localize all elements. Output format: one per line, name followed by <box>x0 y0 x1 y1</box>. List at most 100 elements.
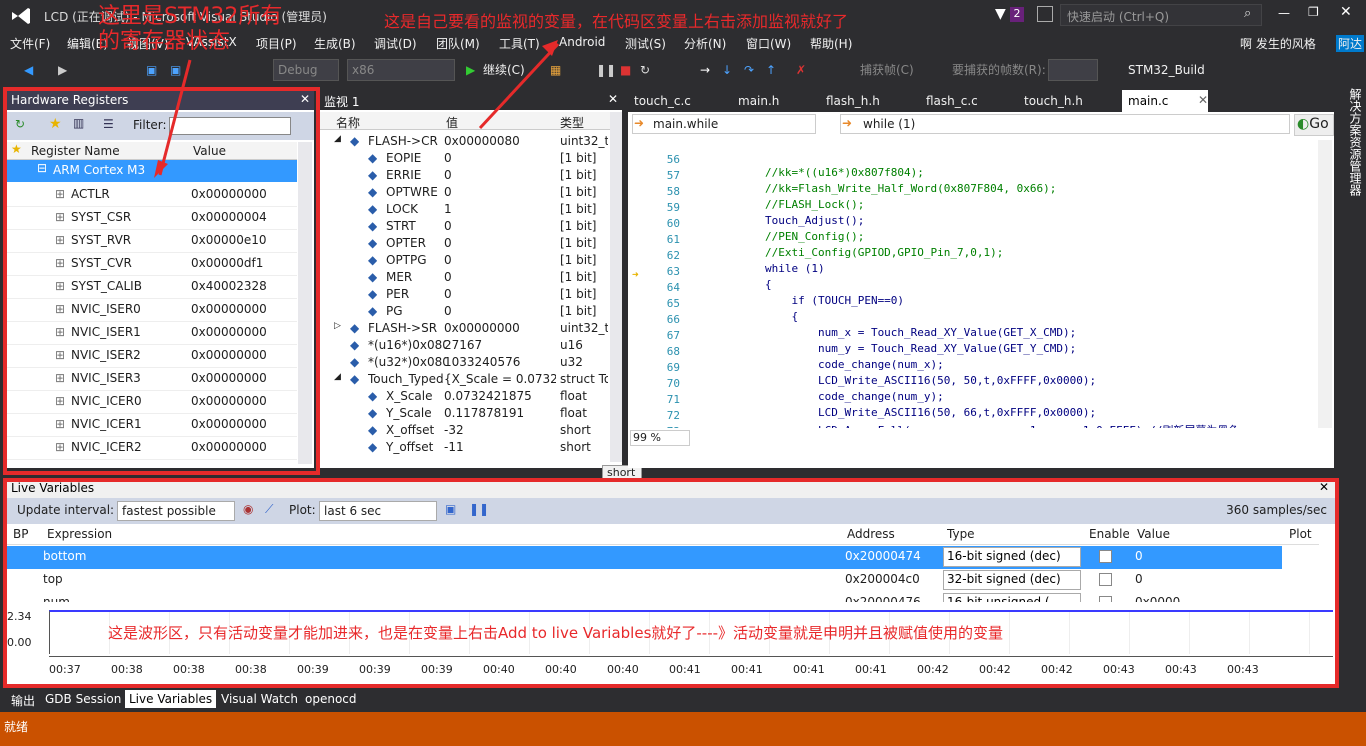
restore-button[interactable]: ❐ <box>1308 5 1319 19</box>
function-dropdown[interactable]: while (1) <box>840 114 1290 134</box>
code-line[interactable]: 58 //FLASH_Lock(); <box>628 172 1318 211</box>
filter-icon[interactable]: ▼ <box>995 6 1011 22</box>
watch-type: [1 bit] <box>560 236 597 250</box>
code-line[interactable]: 60 //PEN_Config(); <box>628 204 1318 243</box>
stop-icon[interactable]: ■ <box>620 60 631 80</box>
field-icon: ◆ <box>350 321 360 335</box>
watch-row[interactable]: ◆ Y_Scale 0.117878191 float <box>320 405 610 422</box>
close-button[interactable]: ✕ <box>1340 4 1352 20</box>
zoom-dropdown[interactable]: 99 % <box>630 430 690 446</box>
code-line[interactable]: 65 { <box>628 284 1318 323</box>
scrollbar[interactable] <box>610 112 622 462</box>
code-area[interactable]: 56 //kk=*((u16*)0x807f804); 57 //kk=Flas… <box>628 140 1318 428</box>
tab-main-c[interactable]: main.c <box>1122 90 1208 112</box>
step-over-icon[interactable]: ↷ <box>744 60 754 80</box>
feedback-icon[interactable] <box>1037 6 1053 22</box>
menu-help[interactable]: 帮助(H) <box>810 35 852 52</box>
field-icon: ◆ <box>368 287 378 301</box>
watch-row[interactable]: ◆ OPTER 0 [1 bit] <box>320 235 610 252</box>
watch-row[interactable]: ◆ X_Scale 0.0732421875 float <box>320 388 610 405</box>
notification-badge[interactable]: 2 <box>1010 7 1024 22</box>
tab-openocd[interactable]: openocd <box>301 690 361 708</box>
code-line[interactable]: 66 num_x = Touch_Read_XY_Value(GET_X_CMD… <box>628 300 1318 339</box>
annotation-box-live <box>3 478 1339 688</box>
watch-row[interactable]: ◆ PG 0 [1 bit] <box>320 303 610 320</box>
watch-name: MER <box>386 270 413 284</box>
watch-row[interactable]: ◆ X_offset -32 short <box>320 422 610 439</box>
watch-row[interactable]: ◆ PER 0 [1 bit] <box>320 286 610 303</box>
tab-flash-h[interactable]: flash_h.h <box>820 90 886 112</box>
scrollbar[interactable] <box>1318 140 1332 428</box>
back-icon[interactable]: ◀ <box>24 60 33 80</box>
capture-frame-button[interactable]: 捕获帧(C) <box>860 60 914 80</box>
go-button[interactable]: ◐Go <box>1294 114 1334 136</box>
watch-name: PG <box>386 304 403 318</box>
close-tab-icon[interactable]: ✕ <box>1198 93 1208 107</box>
step-out-icon[interactable]: ↑ <box>766 60 776 80</box>
menu-test[interactable]: 测试(S) <box>625 35 666 52</box>
watch-name: OPTPG <box>386 253 427 267</box>
tab-main-h[interactable]: main.h <box>732 90 785 112</box>
frames-dropdown[interactable] <box>1048 59 1098 81</box>
build-config[interactable]: STM32_Build <box>1128 60 1205 80</box>
tab-live-variables[interactable]: Live Variables <box>125 690 217 708</box>
pause-icon[interactable]: ❚❚ <box>596 60 616 80</box>
tab-flash-c[interactable]: flash_c.c <box>920 90 984 112</box>
code-line[interactable]: ➜ 64 if (TOUCH_PEN==0) <box>628 268 1318 307</box>
quick-launch-input[interactable]: 快速启动 (Ctrl+Q) <box>1060 4 1262 26</box>
tab-visual-watch[interactable]: Visual Watch <box>217 690 302 708</box>
search-icon[interactable]: ⌕ <box>1244 6 1251 21</box>
watch-row[interactable]: ◆ *(u32*)0x0807 1033240576 u32 <box>320 354 610 371</box>
tab-touch-h[interactable]: touch_h.h <box>1018 90 1089 112</box>
breakpoints-icon[interactable]: ✗ <box>796 60 806 80</box>
watch-row[interactable]: ◆ MER 0 [1 bit] <box>320 269 610 286</box>
code-line[interactable]: 62 while (1) <box>628 236 1318 275</box>
watch-row[interactable]: ▷ ◆ FLASH->SR 0x00000000 uint32_t <box>320 320 610 337</box>
code-line[interactable]: 70 code_change(num_y); <box>628 364 1318 403</box>
watch-value: -11 <box>444 440 464 454</box>
expander-icon[interactable]: ▷ <box>334 321 341 331</box>
watch-row[interactable]: ◆ *(u16*)0x0807 27167 u16 <box>320 337 610 354</box>
watch-value: 0 <box>444 287 452 301</box>
minimize-button[interactable]: — <box>1278 6 1290 20</box>
code-line[interactable]: 71 LCD_Write_ASCII16(50, 66,t,0xFFFF,0x0… <box>628 380 1318 419</box>
watch-row[interactable]: ◆ OPTPG 0 [1 bit] <box>320 252 610 269</box>
menu-window[interactable]: 窗口(W) <box>746 35 791 52</box>
scope-dropdown[interactable]: main.while <box>632 114 816 134</box>
code-line[interactable]: 73 } <box>628 412 1318 428</box>
watch-value: 1033240576 <box>444 355 521 369</box>
code-line[interactable]: 63 { <box>628 252 1318 291</box>
close-icon[interactable]: ✕ <box>608 92 618 106</box>
code-line[interactable]: 59 Touch_Adjust(); <box>628 188 1318 227</box>
code-line[interactable]: 67 num_y = Touch_Read_XY_Value(GET_Y_CMD… <box>628 316 1318 355</box>
expander-icon[interactable]: ◢ <box>334 372 341 382</box>
tab-gdb-session[interactable]: GDB Session <box>41 690 125 708</box>
code-line[interactable]: 61 //Exti_Config(GPIOD,GPIO_Pin_7,0,1); <box>628 220 1318 259</box>
go-label: Go <box>1309 116 1329 132</box>
tab-output[interactable]: 输出 <box>7 690 39 708</box>
code-line[interactable]: 72 LCD_Area_Full(num_x,num_y,num_x+1,num… <box>628 396 1318 428</box>
watch-row[interactable]: ◆ Y_offset -11 short <box>320 439 610 456</box>
code-line[interactable]: 69 LCD_Write_ASCII16(50, 50,t,0xFFFF,0x0… <box>628 348 1318 387</box>
menu-file[interactable]: 文件(F) <box>10 35 50 52</box>
user-name[interactable]: 啊 发生的风格 <box>1240 35 1316 52</box>
code-line[interactable]: 57 //kk=Flash_Write_Half_Word(0x807F804,… <box>628 156 1318 195</box>
watch-row[interactable]: ◆ STRT 0 [1 bit] <box>320 218 610 235</box>
restart-icon[interactable]: ↻ <box>640 60 650 80</box>
show-next-statement-icon[interactable]: → <box>700 60 710 80</box>
watch-row[interactable]: ◆ LOCK 1 [1 bit] <box>320 201 610 218</box>
step-into-icon[interactable]: ↓ <box>722 60 732 80</box>
tab-touch-c[interactable]: touch_c.c <box>628 90 697 112</box>
code-line[interactable]: 56 //kk=*((u16*)0x807f804); <box>628 140 1318 179</box>
code-line[interactable]: 68 code_change(num_x); <box>628 332 1318 371</box>
watch-value: 0 <box>444 219 452 233</box>
watch-row[interactable]: ◢ ◆ Touch_Typed {X_Scale = 0.0732421875.… <box>320 371 610 388</box>
solution-explorer-tab[interactable]: 解决方案资源管理器 <box>1338 88 1364 208</box>
watch-value: 0 <box>444 236 452 250</box>
field-icon: ◆ <box>368 440 378 454</box>
menu-analyze[interactable]: 分析(N) <box>684 35 726 52</box>
user-avatar[interactable]: 阿达 <box>1336 35 1365 52</box>
watch-type: u16 <box>560 338 583 352</box>
forward-icon[interactable]: ▶ <box>58 60 67 80</box>
watch-name: Touch_Typed <box>368 372 444 386</box>
